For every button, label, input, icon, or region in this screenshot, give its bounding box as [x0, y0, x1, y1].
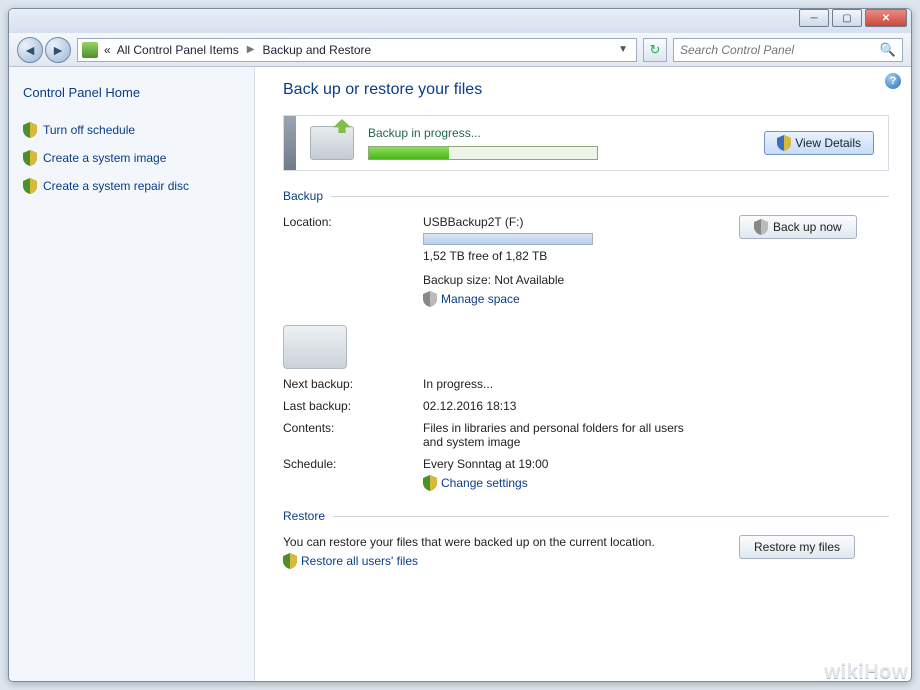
sidebar-create-repair-disc[interactable]: Create a system repair disc [23, 178, 240, 194]
maximize-button[interactable]: ▢ [832, 9, 862, 27]
close-button[interactable]: ✕ [865, 9, 907, 27]
shield-icon [423, 291, 437, 307]
sidebar-item-label: Create a system repair disc [43, 179, 189, 193]
minimize-button[interactable]: ─ [799, 9, 829, 27]
breadcrumb-item[interactable]: Backup and Restore [262, 43, 371, 57]
view-details-button[interactable]: View Details [764, 131, 874, 155]
location-label: Location: [283, 215, 413, 229]
sidebar-item-label: Create a system image [43, 151, 166, 165]
backup-size: Backup size: Not Available [423, 273, 729, 287]
progress-bar [368, 146, 598, 160]
nav-toolbar: ◄ ► « All Control Panel Items ▶ Backup a… [9, 33, 911, 67]
panel-accent-bar [284, 116, 296, 170]
search-icon: 🔍 [880, 42, 896, 58]
section-title: Restore [283, 509, 325, 523]
breadcrumb-back-chevron[interactable]: « [104, 43, 111, 57]
backup-progress-panel: Backup in progress... View Details [283, 115, 889, 171]
restore-section: Restore You can restore your files that … [283, 509, 889, 572]
sidebar-turn-off-schedule[interactable]: Turn off schedule [23, 122, 240, 138]
backup-section: Backup Location: USBBackup2T (F:) 1,52 T… [283, 189, 889, 491]
disk-usage-bar [423, 233, 593, 245]
shield-icon [777, 135, 791, 151]
help-icon[interactable]: ? [885, 73, 901, 89]
next-backup-label: Next backup: [283, 377, 413, 391]
address-dropdown[interactable]: ▼ [614, 44, 632, 55]
sidebar-home-link[interactable]: Control Panel Home [23, 85, 240, 100]
back-button[interactable]: ◄ [17, 37, 43, 63]
content-area: ? Back up or restore your files Backup i… [255, 67, 911, 681]
location-value: USBBackup2T (F:) [423, 215, 729, 229]
contents-label: Contents: [283, 421, 413, 435]
restore-all-users-link[interactable]: Restore all users' files [283, 553, 418, 569]
search-input[interactable] [680, 43, 880, 57]
manage-space-link[interactable]: Manage space [423, 291, 729, 307]
button-label: View Details [795, 136, 861, 150]
address-bar[interactable]: « All Control Panel Items ▶ Backup and R… [77, 38, 637, 62]
restore-my-files-button[interactable]: Restore my files [739, 535, 855, 559]
free-space: 1,52 TB free of 1,82 TB [423, 249, 729, 263]
breadcrumb-item[interactable]: All Control Panel Items [117, 43, 239, 57]
watermark: wikiHow [824, 661, 908, 684]
last-backup-label: Last backup: [283, 399, 413, 413]
refresh-button[interactable]: ↻ [643, 38, 667, 62]
drive-icon [283, 325, 347, 369]
explorer-window: ─ ▢ ✕ ◄ ► « All Control Panel Items ▶ Ba… [8, 8, 912, 682]
back-up-now-button[interactable]: Back up now [739, 215, 857, 239]
nav-arrows: ◄ ► [17, 37, 71, 63]
shield-icon [23, 122, 37, 138]
backup-drive-icon [310, 126, 354, 160]
next-backup-value: In progress... [423, 377, 729, 391]
titlebar: ─ ▢ ✕ [9, 9, 911, 33]
control-panel-icon [82, 42, 98, 58]
shield-icon [23, 150, 37, 166]
shield-icon [23, 178, 37, 194]
page-title: Back up or restore your files [283, 81, 889, 99]
search-box[interactable]: 🔍 [673, 38, 903, 62]
chevron-right-icon: ▶ [245, 44, 257, 55]
sidebar-item-label: Turn off schedule [43, 123, 135, 137]
schedule-value: Every Sonntag at 19:00 [423, 457, 729, 471]
schedule-label: Schedule: [283, 457, 413, 471]
section-title: Backup [283, 189, 323, 203]
contents-value: Files in libraries and personal folders … [423, 421, 703, 449]
change-settings-link[interactable]: Change settings [423, 475, 729, 491]
shield-icon [283, 553, 297, 569]
shield-icon [754, 219, 768, 235]
progress-status: Backup in progress... [368, 126, 750, 140]
last-backup-value: 02.12.2016 18:13 [423, 399, 729, 413]
sidebar: Control Panel Home Turn off schedule Cre… [9, 67, 255, 681]
sidebar-create-system-image[interactable]: Create a system image [23, 150, 240, 166]
shield-icon [423, 475, 437, 491]
forward-button[interactable]: ► [45, 37, 71, 63]
restore-description: You can restore your files that were bac… [283, 535, 663, 549]
